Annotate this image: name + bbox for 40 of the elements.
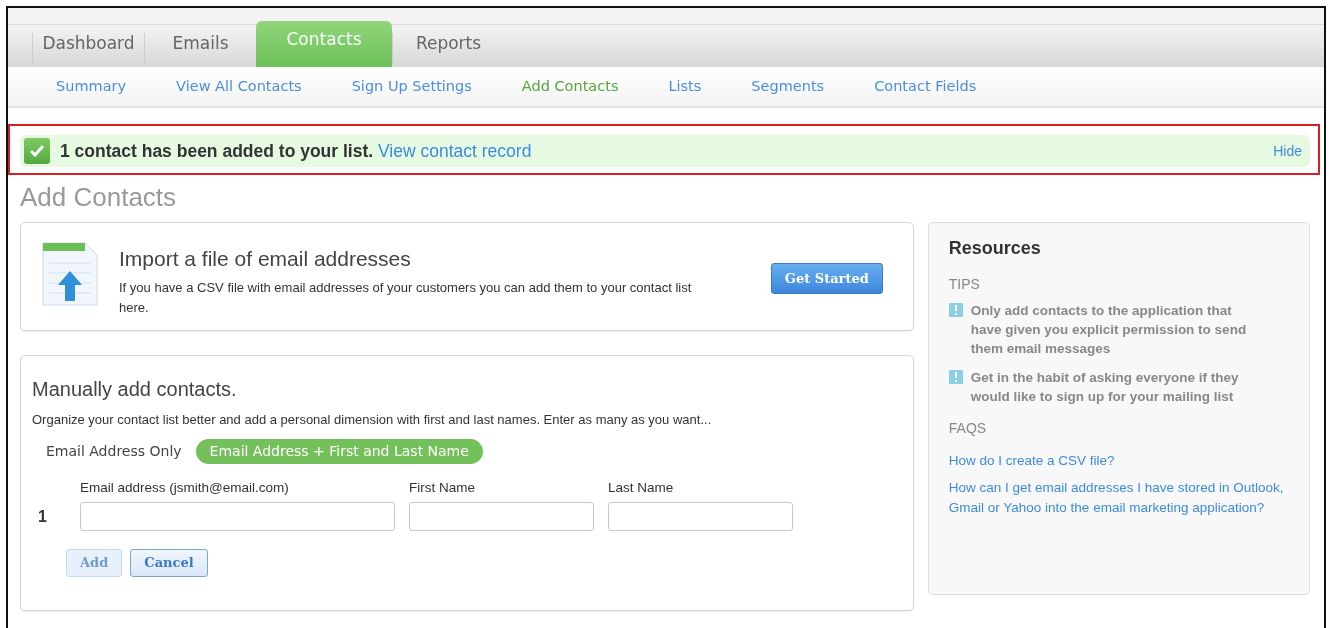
subnav-link[interactable]: View All Contacts [176,75,302,98]
resources-title: Resources [948,236,1042,260]
import-title: Import a file of email addresses [119,245,412,272]
column-label: Last Name [608,479,675,498]
row-number: 1 [37,506,48,527]
subnav-link[interactable]: Segments [751,75,825,98]
manual-title: Manually add contacts. [32,376,238,402]
faq-link[interactable]: How can I get email addresses I have stored in Outlook, Gmail or Yahoo into the email marketing application? [948,477,1284,519]
column-label: Email address (jsmith@email.com) [80,479,290,498]
tip-text: Get in the habit of asking everyone if they would like to sign up for your mailing list [970,369,1240,407]
subnav-link[interactable]: Summary [56,75,127,98]
faqs-heading: FAQS [948,419,988,439]
subnav-link[interactable]: Add Contacts [521,75,619,98]
hide-link[interactable]: Hide [1273,140,1302,162]
nav-tab[interactable]: Dashboard [32,33,144,63]
input-field[interactable] [80,502,395,532]
subnav-link[interactable]: Lists [668,75,702,98]
exclamation-icon [948,302,963,317]
column-label: First Name [409,479,476,498]
exclamation-icon [948,370,963,385]
mode-toggle[interactable]: Email Address + First and Last Name [195,439,483,465]
input-field[interactable] [409,502,594,532]
success-message: 1 contact has been added to your list. View contact record [60,139,532,163]
cancel-button[interactable]: Cancel [130,549,208,577]
manual-description: Organize your contact list better and add a personal dimension with first and last names. Enter as many as you want... [32,410,713,429]
subnav-link[interactable]: Contact Fields [874,75,977,98]
subnav-link[interactable]: Sign Up Settings [351,75,472,98]
view-record-link[interactable]: View contact record [378,140,532,161]
tips-heading: TIPS [948,274,981,294]
faq-link[interactable]: How do I create a CSV file? [948,451,1284,472]
page-title: Add Contacts [20,183,178,212]
tip-text: Only add contacts to the application that have given you explicit permission to send them email messages [970,301,1248,358]
check-icon [24,138,50,164]
nav-tab[interactable]: Contacts [256,21,392,67]
input-field[interactable] [608,502,793,532]
get-started-button[interactable]: Get Started [770,262,883,295]
nav-tab[interactable]: Reports [392,33,504,63]
import-description: If you have a CSV file with email addresses of your customers you can add them to your contact list here. [119,279,693,317]
file-upload-icon [41,240,99,307]
mode-toggle[interactable]: Email Address Only [32,439,196,465]
